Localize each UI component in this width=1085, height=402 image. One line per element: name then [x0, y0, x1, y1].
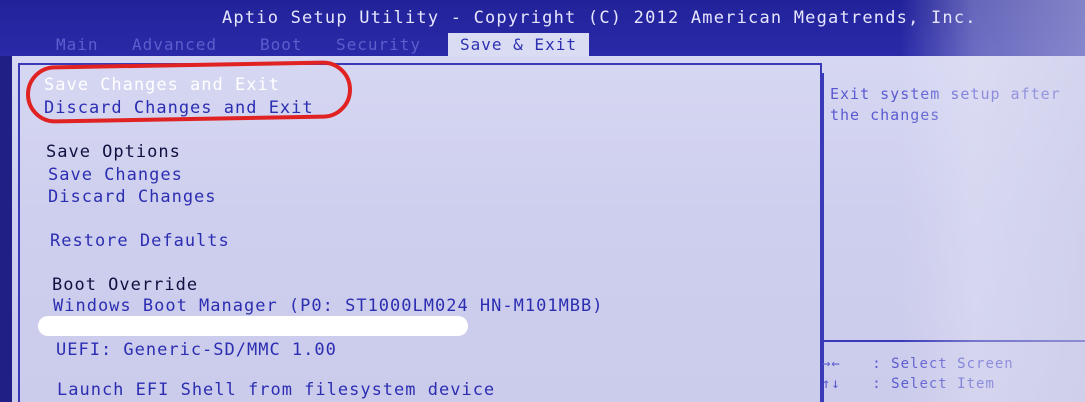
help-text-line-2: the changes	[830, 106, 941, 124]
menu-item-uefi-sd[interactable]: UEFI: Generic-SD/MMC 1.00	[56, 340, 337, 360]
tab-boot[interactable]: Boot	[260, 33, 303, 57]
menu-item-restore-defaults[interactable]: Restore Defaults	[50, 231, 230, 251]
menu-item-save-changes[interactable]: Save Changes	[48, 165, 183, 185]
menu-item-windows-boot-manager[interactable]: Windows Boot Manager (P0: ST1000LM024 HN…	[53, 296, 604, 316]
key-hint-select-item-label: : Select Item	[872, 376, 995, 392]
tab-advanced[interactable]: Advanced	[132, 33, 217, 57]
key-hint-select-screen-label: : Select Screen	[872, 356, 1014, 372]
red-circle-annotation	[25, 60, 353, 124]
up-down-arrows-icon: ↑↓	[822, 376, 841, 392]
title-bar: Aptio Setup Utility - Copyright (C) 2012…	[0, 0, 1085, 57]
redaction-mark	[38, 316, 468, 336]
tab-main[interactable]: Main	[56, 33, 99, 57]
menu-item-launch-efi-shell[interactable]: Launch EFI Shell from filesystem device	[57, 380, 495, 400]
boot-override-heading: Boot Override	[52, 275, 199, 295]
key-hint-select-item: ↑↓ : Select Item	[822, 376, 995, 392]
help-divider	[824, 340, 1085, 342]
left-right-arrows-icon: →←	[822, 356, 841, 372]
help-text-line-1: Exit system setup after	[830, 85, 1061, 103]
menu-item-discard-changes[interactable]: Discard Changes	[48, 187, 217, 207]
key-hint-select-screen: →← : Select Screen	[822, 356, 1014, 372]
save-options-heading: Save Options	[46, 142, 181, 162]
tab-save-exit[interactable]: Save & Exit	[448, 33, 589, 57]
tab-security[interactable]: Security	[336, 33, 421, 57]
bios-title: Aptio Setup Utility - Copyright (C) 2012…	[222, 8, 977, 28]
